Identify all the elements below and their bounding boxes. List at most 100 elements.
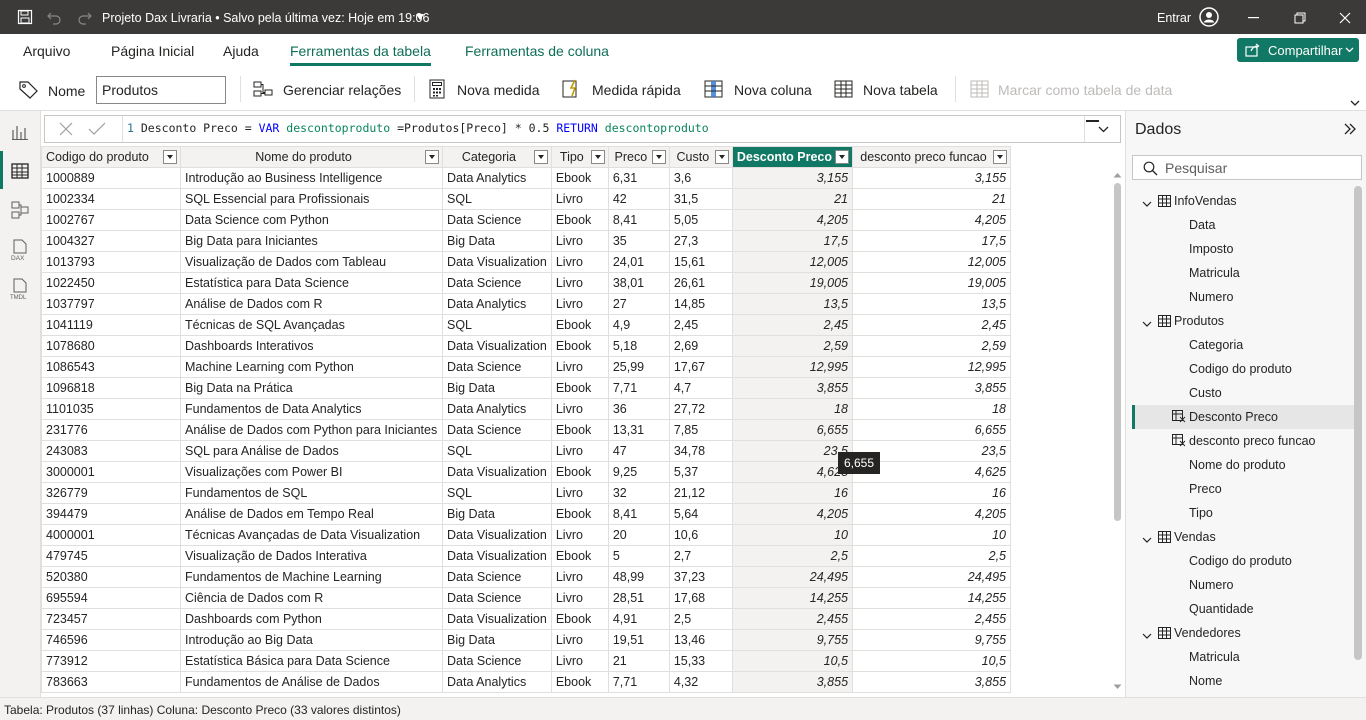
table-cell[interactable]: 3,155 (852, 167, 1012, 189)
tree-field-node[interactable]: Desconto Preco (1132, 405, 1354, 429)
table-cell[interactable]: 3000001 (41, 461, 181, 483)
table-cell[interactable]: SQL Essencial para Profissionais (180, 188, 443, 210)
table-cell[interactable]: Livro (550, 293, 609, 315)
table-cell[interactable]: 26,61 (668, 272, 733, 294)
table-cell[interactable]: 1000889 (41, 167, 181, 189)
table-cell[interactable]: Ciência de Dados com R (180, 587, 443, 609)
table-cell[interactable]: Introdução ao Business Intelligence (180, 167, 443, 189)
table-cell[interactable]: 21 (731, 188, 854, 210)
table-cell[interactable]: Livro (550, 251, 609, 273)
table-cell[interactable]: SQL (442, 482, 552, 504)
table-cell[interactable]: 2,7 (668, 545, 733, 567)
table-cell[interactable]: 4000001 (41, 524, 181, 546)
table-cell[interactable]: 20 (607, 524, 670, 546)
table-cell[interactable]: Data Analytics (442, 398, 552, 420)
table-cell[interactable]: 6,655 (731, 419, 854, 441)
table-cell[interactable]: 1022450 (41, 272, 181, 294)
table-cell[interactable]: Data Visualization (442, 524, 552, 546)
table-cell[interactable]: 1013793 (41, 251, 181, 273)
table-cell[interactable]: Análise de Dados com R (180, 293, 443, 315)
table-cell[interactable]: 13,46 (668, 629, 733, 651)
table-cell[interactable]: Livro (550, 398, 609, 420)
tree-field-node[interactable]: Imposto (1132, 237, 1354, 261)
table-cell[interactable]: 19,51 (607, 629, 670, 651)
table-cell[interactable]: 23,5 (731, 440, 854, 462)
table-cell[interactable]: Ebook (550, 608, 609, 630)
table-cell[interactable]: 3,155 (731, 167, 854, 189)
table-cell[interactable]: Livro (550, 650, 609, 672)
manage-relationships-button[interactable]: Gerenciar relações (283, 82, 401, 98)
table-name-input[interactable] (96, 76, 226, 104)
table-cell[interactable]: 42 (607, 188, 670, 210)
table-cell[interactable]: 2,45 (668, 314, 733, 336)
filter-dropdown-icon[interactable] (533, 150, 548, 164)
table-cell[interactable]: 24,495 (731, 566, 854, 588)
table-cell[interactable]: 3,6 (668, 167, 733, 189)
table-cell[interactable]: Data Science (442, 587, 552, 609)
table-cell[interactable]: Livro (550, 230, 609, 252)
table-cell[interactable]: Big Data para Iniciantes (180, 230, 443, 252)
table-cell[interactable]: 48,99 (607, 566, 670, 588)
table-cell[interactable]: 2,59 (731, 335, 854, 357)
table-cell[interactable]: 746596 (41, 629, 181, 651)
table-cell[interactable]: Ebook (550, 209, 609, 231)
tmdl-view-icon[interactable]: TMDL (10, 278, 32, 300)
column-header[interactable]: desconto preco funcao (852, 146, 1012, 168)
table-cell[interactable]: SQL (442, 188, 552, 210)
chevron-down-icon[interactable] (1142, 197, 1152, 211)
table-cell[interactable]: 17,68 (668, 587, 733, 609)
collapse-pane-icon[interactable] (1342, 121, 1358, 137)
table-cell[interactable]: 3,855 (852, 671, 1012, 693)
table-cell[interactable]: 394479 (41, 503, 181, 525)
table-cell[interactable]: 35 (607, 230, 670, 252)
table-cell[interactable]: Data Science (442, 356, 552, 378)
pane-scrollbar[interactable] (1354, 186, 1362, 660)
table-cell[interactable]: 2,455 (731, 608, 854, 630)
chevron-down-icon[interactable] (1142, 317, 1152, 331)
table-cell[interactable]: 2,5 (852, 545, 1012, 567)
column-header[interactable]: Categoria (442, 146, 552, 168)
column-header[interactable]: Nome do produto (180, 146, 443, 168)
redo-icon[interactable] (77, 9, 93, 25)
table-cell[interactable]: 520380 (41, 566, 181, 588)
table-cell[interactable]: 13,5 (731, 293, 854, 315)
table-cell[interactable]: Data Analytics (442, 671, 552, 693)
table-cell[interactable]: SQL (442, 440, 552, 462)
table-cell[interactable]: Fundamentos de SQL (180, 482, 443, 504)
quick-measure-button[interactable]: Medida rápida (592, 82, 681, 98)
tab-arquivo[interactable]: Arquivo (23, 43, 70, 59)
table-cell[interactable]: 1096818 (41, 377, 181, 399)
table-cell[interactable]: 4,205 (731, 503, 854, 525)
table-cell[interactable]: Data Science (442, 650, 552, 672)
scroll-up-icon[interactable] (1113, 172, 1122, 178)
tree-field-node[interactable]: Codigo do produto (1132, 549, 1354, 573)
new-measure-button[interactable]: Nova medida (457, 82, 540, 98)
table-cell[interactable]: 47 (607, 440, 670, 462)
table-cell[interactable]: Data Science (442, 566, 552, 588)
table-cell[interactable]: 8,41 (607, 209, 670, 231)
tab-ferramentas-coluna[interactable]: Ferramentas de coluna (465, 43, 609, 59)
table-cell[interactable]: 19,005 (731, 272, 854, 294)
table-cell[interactable]: 4,205 (852, 503, 1012, 525)
tree-field-node[interactable]: Preco (1132, 477, 1354, 501)
table-cell[interactable]: 2,455 (852, 608, 1012, 630)
tree-field-node[interactable]: Codigo do produto (1132, 357, 1354, 381)
table-cell[interactable]: 15,33 (668, 650, 733, 672)
table-cell[interactable]: 6,31 (607, 167, 670, 189)
table-cell[interactable]: Big Data na Prática (180, 377, 443, 399)
tree-table-node[interactable]: Produtos (1132, 309, 1354, 333)
dax-expression[interactable]: 1 Desconto Preco = VAR descontoproduto =… (127, 121, 709, 135)
table-cell[interactable]: 31,5 (668, 188, 733, 210)
scroll-down-icon[interactable] (1113, 684, 1122, 690)
table-cell[interactable]: 12,005 (852, 251, 1012, 273)
table-cell[interactable]: 2,45 (731, 314, 854, 336)
tab-ferramentas-tabela[interactable]: Ferramentas da tabela (290, 43, 431, 66)
table-cell[interactable]: Fundamentos de Data Analytics (180, 398, 443, 420)
mark-date-table-button[interactable]: Marcar como tabela de data (998, 82, 1172, 98)
table-cell[interactable]: SQL (442, 314, 552, 336)
table-cell[interactable]: Machine Learning com Python (180, 356, 443, 378)
table-cell[interactable]: 24,495 (852, 566, 1012, 588)
undo-icon[interactable] (46, 9, 62, 25)
filter-dropdown-icon[interactable] (425, 150, 439, 164)
table-cell[interactable]: 1002767 (41, 209, 181, 231)
